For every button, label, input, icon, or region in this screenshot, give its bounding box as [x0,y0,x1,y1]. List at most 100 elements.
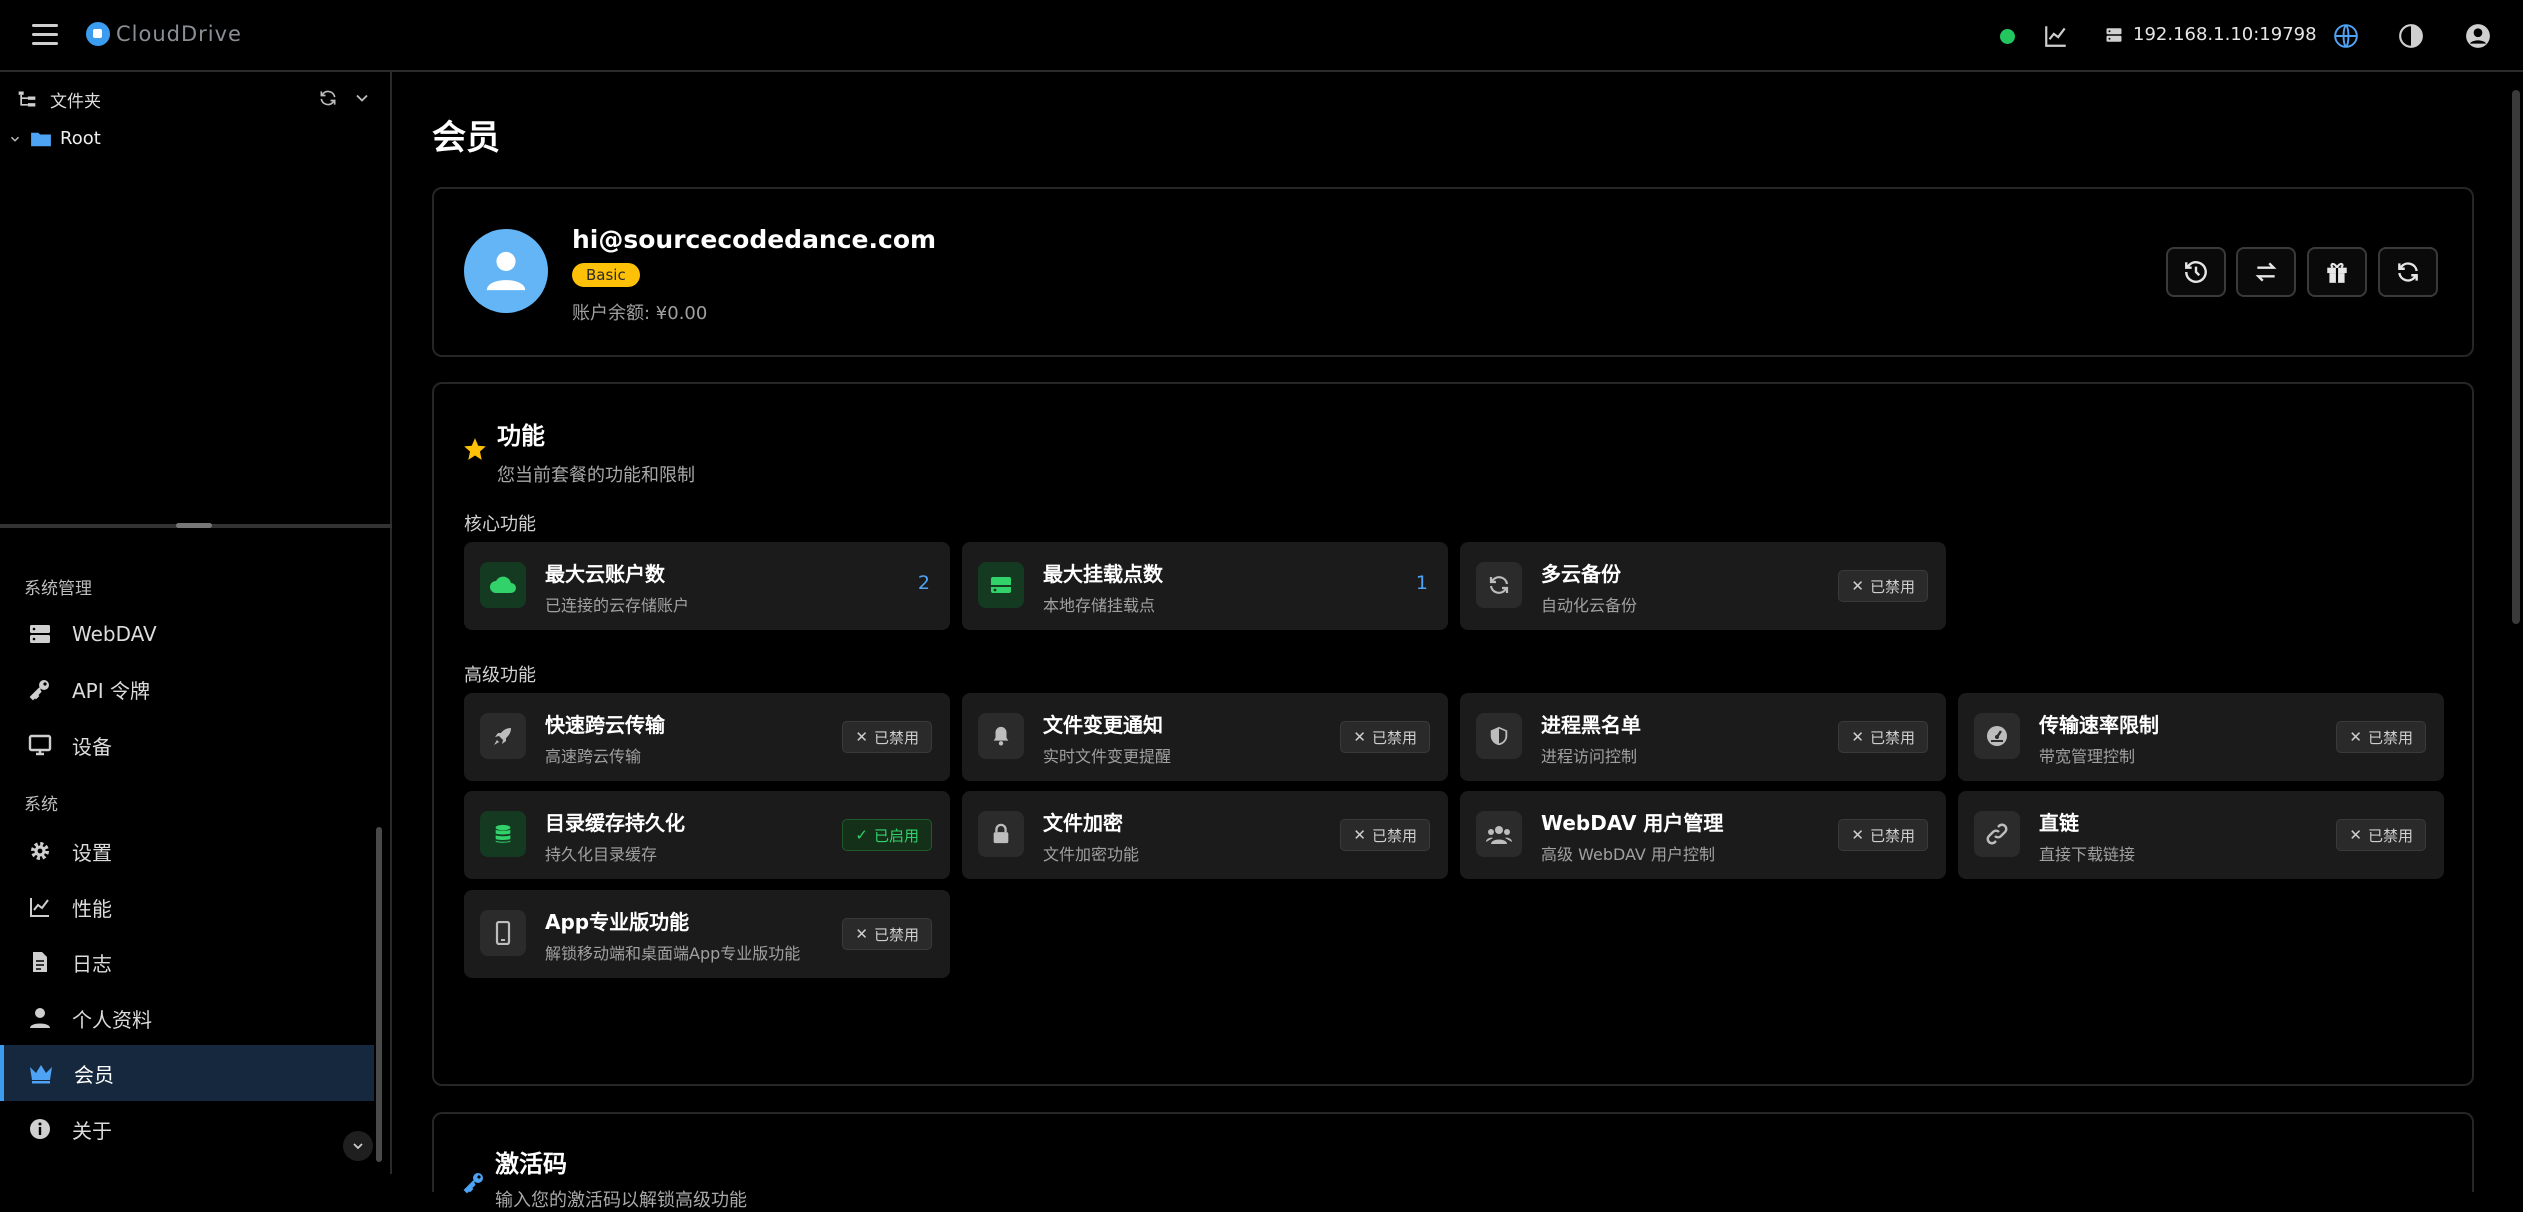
page-title: 会员 [432,118,500,158]
plan-badge: Basic [572,263,640,287]
feature-desc: 进程访问控制 [1541,747,1638,766]
nav-item-label: 关于 [72,1118,112,1143]
nav-item-profile[interactable]: 个人资料 [0,990,374,1046]
feature-file-change-notification: 文件变更通知 实时文件变更提醒 ✕ 已禁用 [962,693,1448,781]
feature-desc: 持久化目录缓存 [545,845,658,864]
nav-item-label: WebDAV [72,622,157,646]
gauge-icon [1974,713,2020,759]
gear-icon [31,842,49,860]
x-icon: ✕ [1851,826,1864,844]
nav-item-logs[interactable]: 日志 [0,934,374,990]
status-disabled-badge: ✕ 已禁用 [842,721,932,753]
main-content: 会员 hi@sourcecodedance.com Basic 账户余额: ¥0… [394,72,2523,1211]
nav-item-label: 个人资料 [72,1007,152,1032]
status-enabled-badge: ✓ 已启用 [842,819,932,851]
phone-icon [480,910,526,956]
x-icon: ✕ [1851,728,1864,746]
account-email: hi@sourcecodedance.com [572,225,937,254]
database-icon [480,811,526,857]
x-icon: ✕ [1353,826,1366,844]
activation-subtitle: 输入您的激活码以解锁高级功能 [495,1190,747,1211]
brand[interactable]: CloudDrive [86,22,242,46]
nav-item-label: 日志 [72,951,112,976]
status-disabled-badge: ✕ 已禁用 [1340,721,1430,753]
feature-name: 进程黑名单 [1541,713,1641,737]
link-icon [1974,811,2020,857]
feature-name: 多云备份 [1541,562,1621,586]
drive-icon [978,562,1024,608]
nav-item-settings[interactable]: 设置 [0,823,374,879]
status-disabled-badge: ✕ 已禁用 [2336,721,2426,753]
theme-toggle-icon[interactable] [2395,20,2427,52]
splitter-handle[interactable] [176,523,212,528]
feature-process-blacklist: 进程黑名单 进程访问控制 ✕ 已禁用 [1460,693,1946,781]
feature-multi-cloud-backup: 多云备份 自动化云备份 ✕ 已禁用 [1460,542,1946,630]
brand-logo-icon [86,22,110,46]
core-features-label: 核心功能 [464,514,536,535]
collapse-folders-chevron-icon[interactable] [352,88,372,113]
history-icon [2185,261,2207,283]
nav-item-membership[interactable]: 会员 [0,1045,374,1101]
feature-limit-value: 1 [1415,572,1428,594]
scroll-down-chevron-icon[interactable] [343,1131,373,1161]
feature-file-encryption: 文件加密 文件加密功能 ✕ 已禁用 [962,791,1448,879]
folder-tree-root[interactable]: Root [8,128,101,149]
top-bar: CloudDrive 192.168.1.10:19798 [0,0,2523,72]
refresh-button[interactable] [2378,247,2438,297]
feature-name: 直链 [2039,811,2079,835]
nav-item-webdav[interactable]: WebDAV [0,606,374,662]
monitor-icon [28,734,52,756]
document-icon [33,952,47,972]
language-globe-icon[interactable] [2330,20,2362,52]
server-icon [30,625,50,643]
menu-icon[interactable] [32,24,58,46]
status-disabled-badge: ✕ 已禁用 [842,918,932,950]
feature-desc: 文件加密功能 [1043,845,1140,864]
nav-section-system: 系统 [24,795,58,815]
nav-item-performance[interactable]: 性能 [0,879,374,935]
nav-item-label: 会员 [74,1062,114,1087]
info-icon [30,1119,50,1139]
feature-name: 文件变更通知 [1043,713,1163,737]
features-title: 功能 [497,422,545,450]
sidebar-scrollbar[interactable] [376,827,382,1162]
server-address[interactable]: 192.168.1.10:19798 [2105,24,2317,45]
feature-app-pro: App专业版功能 解锁移动端和桌面端App专业版功能 ✕ 已禁用 [464,890,950,978]
feature-webdav-user-management: WebDAV 用户管理 高级 WebDAV 用户控制 ✕ 已禁用 [1460,791,1946,879]
folder-icon [31,132,51,146]
x-icon: ✕ [1851,577,1864,595]
feature-fast-cross-cloud-transfer: 快速跨云传输 高速跨云传输 ✕ 已禁用 [464,693,950,781]
folder-root-label: Root [60,128,101,149]
sync-icon [1476,562,1522,608]
feature-desc: 自动化云备份 [1541,596,1638,615]
account-icon[interactable] [2462,20,2494,52]
avatar-user-icon [486,251,526,291]
star-icon [464,438,486,460]
nav-item-about[interactable]: 关于 [0,1101,374,1157]
nav-item-api-token[interactable]: API 令牌 [0,661,374,717]
transfer-button[interactable] [2236,247,2296,297]
nav-item-devices[interactable]: 设备 [0,717,374,773]
refresh-folders-icon[interactable] [318,88,338,113]
status-disabled-badge: ✕ 已禁用 [2336,819,2426,851]
folder-panel-title: 文件夹 [50,91,101,112]
nav-item-label: 性能 [72,896,112,921]
stats-chart-icon[interactable] [2040,20,2072,52]
advanced-features-label: 高级功能 [464,665,536,686]
account-balance: 账户余额: ¥0.00 [572,303,708,324]
expand-chevron-icon[interactable] [8,132,22,146]
status-disabled-badge: ✕ 已禁用 [1838,819,1928,851]
x-icon: ✕ [855,728,868,746]
nav-item-label: 设备 [72,734,112,759]
feature-desc: 高速跨云传输 [545,747,642,766]
folder-tree-icon [18,91,36,107]
gift-icon [2327,262,2347,283]
feature-max-mount-points: 最大挂载点数 本地存储挂载点 1 [962,542,1448,630]
history-button[interactable] [2166,247,2226,297]
gift-button[interactable] [2307,247,2367,297]
avatar [464,229,548,313]
feature-name: App专业版功能 [545,910,690,934]
feature-name: 最大云账户数 [545,562,665,586]
main-scrollbar[interactable] [2512,90,2520,624]
features-subtitle: 您当前套餐的功能和限制 [497,465,695,486]
